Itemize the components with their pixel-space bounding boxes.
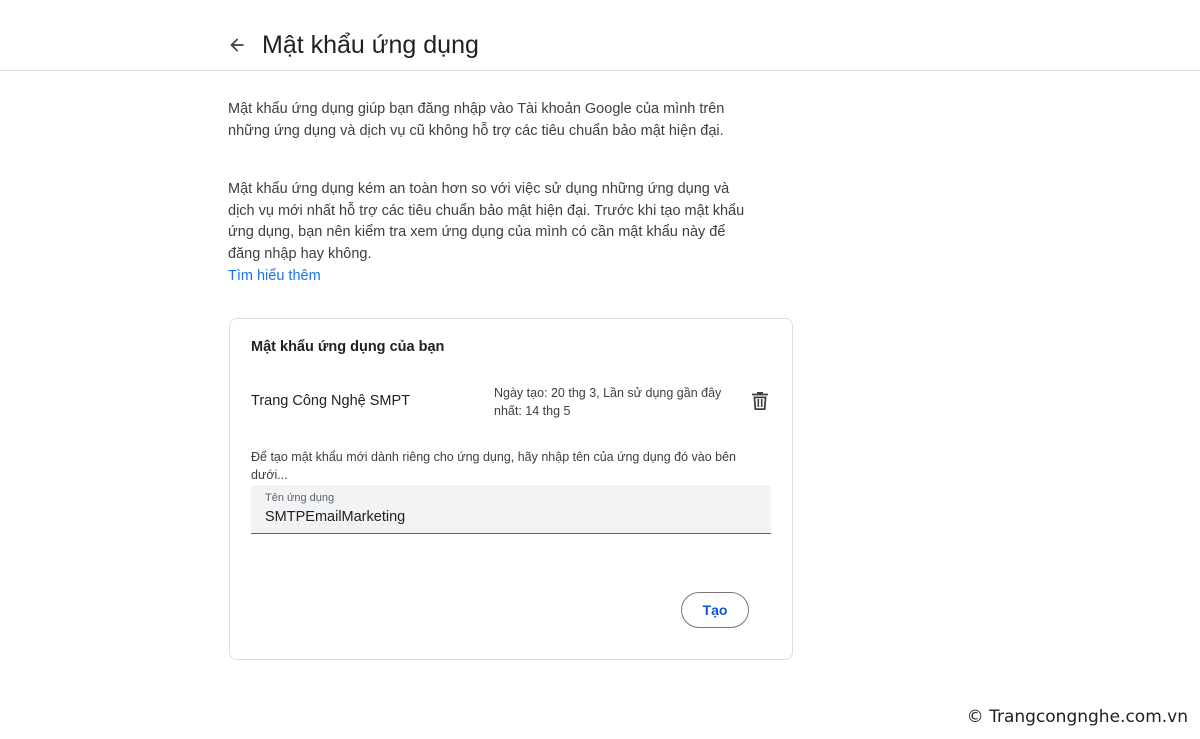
app-name: Trang Công Nghệ SMPT	[251, 393, 411, 409]
watermark: © Trangcongnghe.com.vn	[966, 707, 1188, 727]
app-name-input[interactable]	[265, 507, 755, 527]
intro-paragraph-1: Mật khẩu ứng dụng giúp bạn đăng nhập vào…	[228, 101, 725, 139]
create-button[interactable]: Tạo	[681, 592, 749, 628]
trash-icon	[752, 392, 768, 410]
back-button[interactable]	[224, 32, 250, 58]
app-passwords-card: Mật khẩu ứng dụng của bạn Trang Công Ngh…	[229, 318, 793, 660]
learn-more-link[interactable]: Tìm hiểu thêm	[228, 266, 321, 288]
page-title: Mật khẩu ứng dụng	[262, 31, 479, 59]
delete-app-password-button[interactable]	[748, 389, 772, 413]
card-title: Mật khẩu ứng dụng của bạn	[251, 339, 445, 355]
page-header: Mật khẩu ứng dụng	[0, 0, 1200, 71]
arrow-back-icon	[230, 38, 244, 52]
app-name-field[interactable]: Tên ứng dụng	[251, 485, 771, 534]
intro-paragraph-2: Mật khẩu ứng dụng kém an toàn hơn so với…	[228, 181, 745, 262]
app-meta: Ngày tạo: 20 thg 3, Lần sử dụng gần đây …	[494, 386, 722, 418]
app-name-field-label: Tên ứng dụng	[265, 492, 335, 504]
create-hint: Để tạo mật khẩu mới dành riêng cho ứng d…	[251, 450, 736, 482]
